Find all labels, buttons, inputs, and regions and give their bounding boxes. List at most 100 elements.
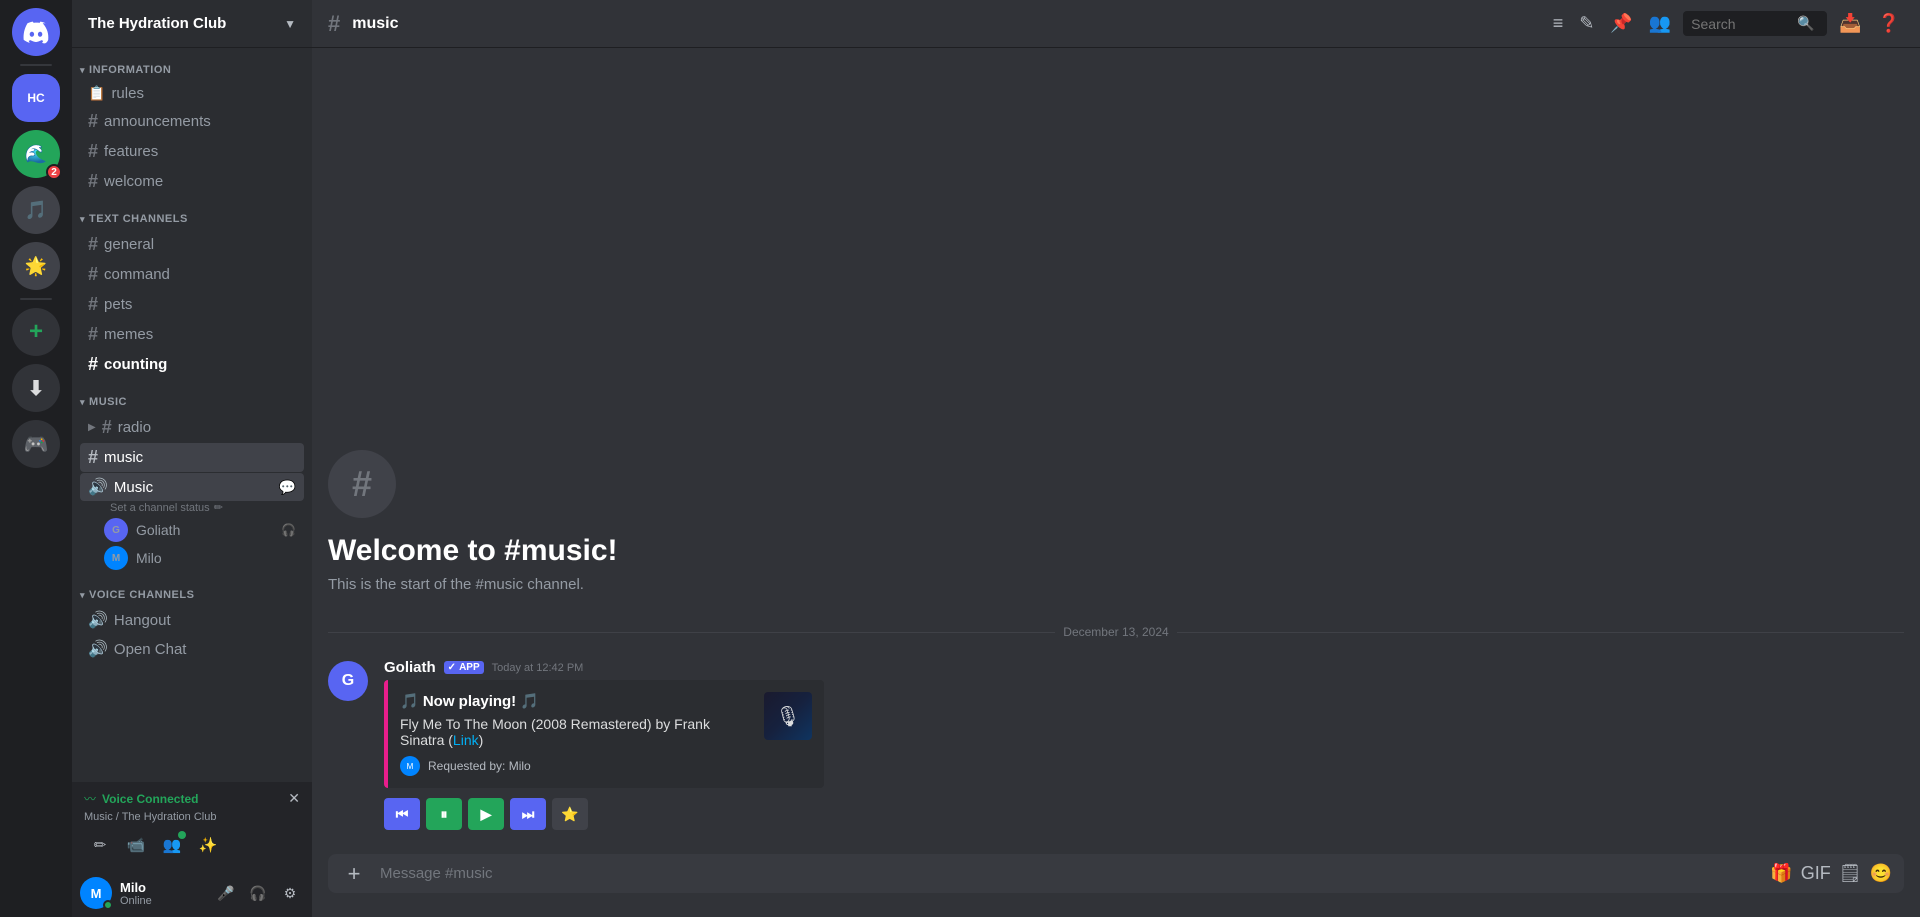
add-server-button[interactable]: + <box>12 308 60 356</box>
channel-general[interactable]: # general <box>80 230 304 259</box>
mute-button[interactable]: 🎤 <box>212 879 240 907</box>
sticker-icon[interactable]: 🗒 <box>1839 863 1862 884</box>
user-info: Milo Online <box>120 880 204 907</box>
category-information[interactable]: ▾ INFORMATION <box>72 48 312 80</box>
music-star-button[interactable]: ⭐ <box>552 798 588 830</box>
voice-edit-btn[interactable]: ✏ <box>84 829 116 861</box>
emoji-icon[interactable]: 😊 <box>1870 863 1892 884</box>
embed-link[interactable]: Link <box>453 732 479 748</box>
status-text: Set a channel status <box>110 502 210 514</box>
channel-name-command: command <box>104 266 296 283</box>
channel-name-general: general <box>104 236 296 253</box>
discord-home-button[interactable] <box>12 8 60 56</box>
category-arrow: ▾ <box>80 397 85 408</box>
server-icon-3[interactable]: 🎵 <box>12 186 60 234</box>
voice-activity-btn[interactable]: ✨ <box>192 829 224 861</box>
music-pause-button[interactable]: ⏸ <box>426 798 462 830</box>
channel-name-radio: radio <box>118 419 296 436</box>
category-music[interactable]: ▾ MUSIC <box>72 380 312 412</box>
disconnect-button[interactable]: ✕ <box>288 790 300 807</box>
category-voice-channels[interactable]: ▾ VOICE CHANNELS <box>72 573 312 605</box>
settings-button[interactable]: ⚙ <box>276 879 304 907</box>
channel-counting[interactable]: # counting <box>80 350 304 379</box>
speaker-icon: 🔊 <box>88 639 108 659</box>
help-icon[interactable]: ❓ <box>1874 9 1904 38</box>
music-prev-button[interactable]: ⏮ <box>384 798 420 830</box>
pencil-icon[interactable]: ✎ <box>1575 9 1598 38</box>
deafen-button[interactable]: 🎧 <box>244 879 272 907</box>
server-name: The Hydration Club <box>88 15 226 32</box>
gift-icon[interactable]: 🎁 <box>1770 863 1792 884</box>
voice-channel-open-chat[interactable]: 🔊 Open Chat <box>80 635 304 663</box>
voice-member-milo[interactable]: M Milo <box>80 544 304 572</box>
edit-icon: ✏ <box>214 501 223 514</box>
topbar-hash-icon: # <box>328 11 340 37</box>
message-embed: 🎵 Now playing! 🎵 Fly Me To The Moon (200… <box>384 680 824 788</box>
search-bar[interactable]: 🔍 <box>1683 11 1827 36</box>
message-input[interactable] <box>380 854 1758 893</box>
channel-pets[interactable]: # pets <box>80 290 304 319</box>
message-input-container: + 🎁 GIF 🗒 😊 <box>328 854 1904 893</box>
search-input[interactable] <box>1691 16 1791 32</box>
channel-rules[interactable]: 📋 rules <box>80 81 304 106</box>
notification-badge: 2 <box>46 164 62 180</box>
channel-name-welcome: welcome <box>104 173 296 190</box>
server-icon-2[interactable]: 🌊 2 <box>12 130 60 178</box>
channel-welcome[interactable]: # welcome <box>80 167 304 196</box>
rules-icon: 📋 <box>88 85 105 102</box>
embed-thumbnail: 🎙 <box>764 692 812 740</box>
user-status: Online <box>120 895 204 907</box>
channel-memes[interactable]: # memes <box>80 320 304 349</box>
server-dropdown-chevron: ▼ <box>284 17 296 31</box>
server-icon-4[interactable]: 🌟 <box>12 242 60 290</box>
channel-announcements[interactable]: # announcements <box>80 107 304 136</box>
gif-icon[interactable]: GIF <box>1801 863 1831 884</box>
nitro-button[interactable]: 🎮 <box>12 420 60 468</box>
voice-connected-status: 〰 Voice Connected ✕ <box>84 790 300 807</box>
embed-footer: M Requested by: Milo <box>400 756 752 776</box>
voice-waves-icon: 〰 <box>84 790 96 807</box>
voice-channel-music[interactable]: 🔊 Music 💬 <box>80 473 304 501</box>
speaker-icon: 🔊 <box>88 477 108 497</box>
category-label: MUSIC <box>89 396 127 408</box>
voice-member-goliath[interactable]: G Goliath 🎧 <box>80 516 304 544</box>
channel-radio[interactable]: ▶ # radio <box>80 413 304 442</box>
embed-desc-suffix: ) <box>479 732 484 748</box>
voice-connected-label: Voice Connected <box>102 792 198 806</box>
threads-icon[interactable]: ≡ <box>1549 9 1568 38</box>
voice-channel-hangout[interactable]: 🔊 Hangout <box>80 606 304 634</box>
chat-area: # Welcome to #music! This is the start o… <box>312 48 1920 842</box>
divider-line-right <box>1177 632 1904 633</box>
category-text-channels[interactable]: ▾ TEXT CHANNELS <box>72 197 312 229</box>
music-next-button[interactable]: ⏭ <box>510 798 546 830</box>
divider-line-left <box>328 632 1055 633</box>
requester-avatar: M <box>400 756 420 776</box>
message-add-button[interactable]: + <box>340 860 368 888</box>
message-group: G Goliath ✓ APP Today at 12:42 PM 🎵 Now … <box>328 655 1904 834</box>
download-button[interactable]: ⬇ <box>12 364 60 412</box>
server-divider <box>20 64 52 66</box>
user-bar: M Milo Online 🎤 🎧 ⚙ <box>72 869 312 917</box>
embed-footer-text: Requested by: Milo <box>428 759 531 773</box>
category-label: INFORMATION <box>89 64 171 76</box>
channel-music[interactable]: # music <box>80 443 304 472</box>
members-icon[interactable]: 👥 <box>1645 9 1675 38</box>
embed-thumbnail-img: 🎙 <box>764 692 812 740</box>
voice-channel-status[interactable]: Set a channel status ✏ <box>80 501 304 514</box>
milo-avatar: M <box>104 546 128 570</box>
channel-features[interactable]: # features <box>80 137 304 166</box>
voice-screen-btn[interactable]: 👥 <box>156 829 188 861</box>
inbox-icon[interactable]: 📥 <box>1835 9 1865 38</box>
pin-icon[interactable]: 📌 <box>1606 9 1636 38</box>
voice-camera-btn[interactable]: 📹 <box>120 829 152 861</box>
music-play-button[interactable]: ▶ <box>468 798 504 830</box>
server-icon-hydration[interactable]: HC <box>12 74 60 122</box>
sidebar-header[interactable]: The Hydration Club ▼ <box>72 0 312 48</box>
embed-desc: Fly Me To The Moon (2008 Remastered) by … <box>400 716 752 748</box>
category-label: TEXT CHANNELS <box>89 213 188 225</box>
hash-icon: # <box>88 171 98 192</box>
channel-command[interactable]: # command <box>80 260 304 289</box>
user-name: Milo <box>120 880 204 895</box>
message-author-avatar: G <box>328 661 368 701</box>
user-status-dot <box>103 900 113 910</box>
